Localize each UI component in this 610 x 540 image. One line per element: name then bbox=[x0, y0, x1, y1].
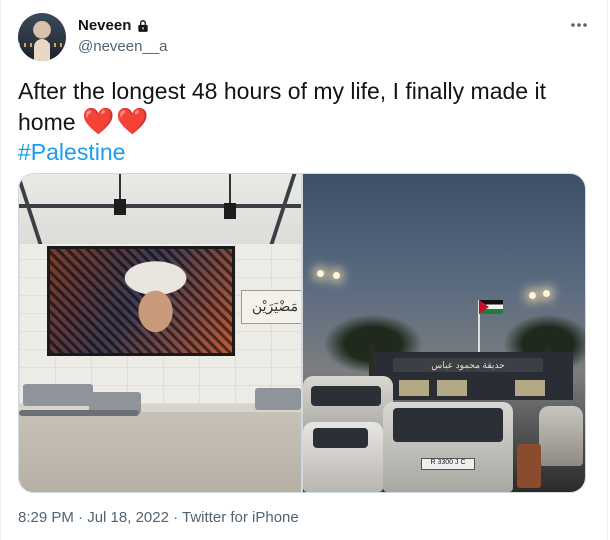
author-name-row: Neveen bbox=[78, 17, 150, 34]
ceiling bbox=[19, 174, 301, 244]
author-handle[interactable]: @neveen__a bbox=[78, 38, 167, 55]
tweet-meta: 8:29 PM · Jul 18, 2022 · Twitter for iPh… bbox=[18, 509, 299, 526]
tweet-time[interactable]: 8:29 PM bbox=[18, 509, 74, 526]
street-light bbox=[317, 270, 324, 277]
tweet-source: Twitter for iPhone bbox=[182, 509, 299, 526]
waiting-chairs bbox=[255, 388, 301, 410]
lock-icon bbox=[138, 19, 149, 32]
silver-van: R 3300 J C bbox=[383, 402, 513, 492]
more-horizontal-icon[interactable] bbox=[567, 14, 591, 36]
ceiling-lamp bbox=[224, 203, 236, 219]
calligraphy-plaque: مَضْيَرَيْن bbox=[241, 290, 301, 324]
chair-rail bbox=[19, 410, 139, 416]
hashtag-link[interactable]: #Palestine bbox=[18, 139, 125, 165]
avatar-figure bbox=[34, 39, 50, 61]
meta-separator: · bbox=[73, 509, 88, 526]
palestinian-flag bbox=[479, 300, 503, 314]
media-grid: مَضْيَرَيْن حديقة محمود عباس R 3300 J C bbox=[18, 173, 586, 493]
ceiling-beam bbox=[19, 204, 301, 208]
photo-waiting-room[interactable]: مَضْيَرَيْن bbox=[19, 174, 301, 492]
wall-portrait bbox=[47, 246, 235, 356]
building-sign: حديقة محمود عباس bbox=[393, 358, 543, 372]
license-plate: R 3300 J C bbox=[421, 458, 475, 470]
lit-window bbox=[515, 380, 545, 396]
tweet-card: Neveen @neveen__a After the longest 48 h… bbox=[0, 0, 608, 540]
meta-separator: · bbox=[168, 509, 183, 526]
author-display-name[interactable]: Neveen bbox=[78, 17, 131, 34]
tweet-text: After the longest 48 hours of my life, I… bbox=[18, 76, 578, 167]
waiting-chairs bbox=[23, 384, 93, 406]
white-car bbox=[303, 422, 383, 492]
parked-vehicle bbox=[539, 406, 583, 466]
lit-window bbox=[399, 380, 429, 396]
lamp-wire bbox=[119, 174, 121, 200]
floor bbox=[19, 412, 301, 492]
lit-window bbox=[437, 380, 467, 396]
street-light bbox=[333, 272, 340, 279]
heart-emoji: ❤️❤️ bbox=[81, 106, 151, 136]
lamp-wire bbox=[229, 174, 231, 204]
ceiling-lamp bbox=[114, 199, 126, 215]
luggage bbox=[517, 444, 541, 488]
photo-night-street[interactable]: حديقة محمود عباس R 3300 J C bbox=[303, 174, 585, 492]
tweet-date[interactable]: Jul 18, 2022 bbox=[87, 509, 169, 526]
street-light bbox=[529, 292, 536, 299]
street-light bbox=[543, 290, 550, 297]
avatar[interactable] bbox=[18, 13, 66, 61]
